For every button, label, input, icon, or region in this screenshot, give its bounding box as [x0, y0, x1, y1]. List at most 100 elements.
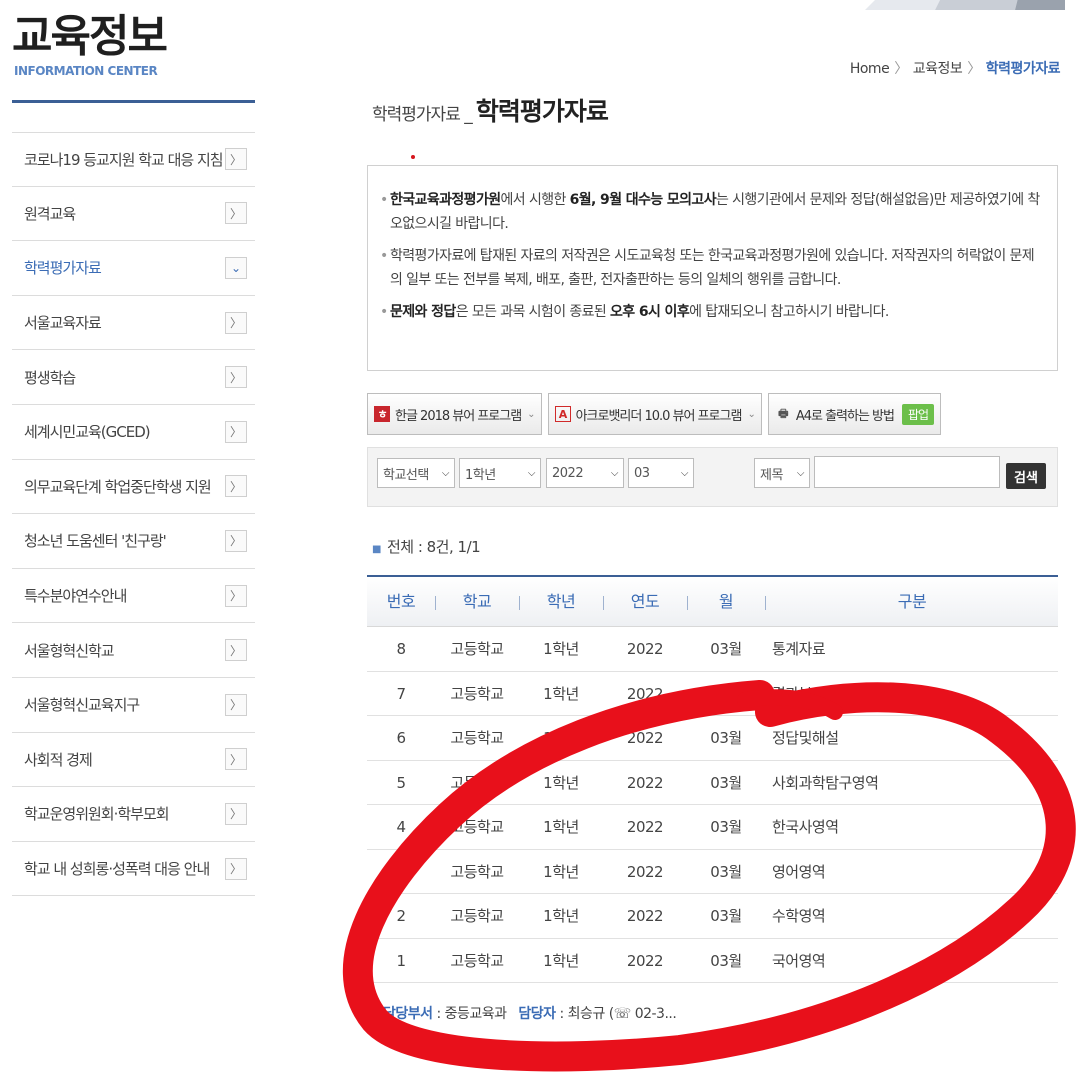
pagination-current-page[interactable]: 1: [703, 1043, 714, 1063]
notice-item-mock-exam: 한국교육과정평가원에서 시행한 6월, 9월 대수능 모의고사는 시행기관에서 …: [380, 188, 1041, 236]
chevron-right-icon[interactable]: 〉: [225, 366, 247, 389]
sidebar-item-social-economy[interactable]: 사회적 경제 〉: [12, 733, 255, 788]
year-select[interactable]: 2022 ⌵: [546, 458, 624, 488]
sidebar-item-youth-help-center[interactable]: 청소년 도움센터 '친구랑' 〉: [12, 514, 255, 569]
pdf-viewer-label: 아크로뱃리더 10.0 뷰어 프로그램: [575, 408, 743, 424]
search-input[interactable]: [814, 456, 1000, 488]
cell-number: 3: [396, 862, 406, 881]
cell-grade: 1학년: [543, 818, 579, 836]
sidebar-item-covid-guidelines[interactable]: 코로나19 등교지원 학교 대응 지침 〉: [12, 132, 255, 187]
table-row: 4 고등학교 1학년 2022 03월 한국사영역: [367, 805, 1058, 850]
sidebar-item-gced[interactable]: 세계시민교육(GCED) 〉: [12, 405, 255, 460]
cell-category-link[interactable]: 사회과학탐구영역: [772, 761, 1052, 805]
month-select[interactable]: 03 ⌵: [628, 458, 694, 488]
search-filter-bar: 학교선택 ⌵ 1학년 ⌵ 2022 ⌵ 03 ⌵ 제목 ⌵ 검색: [367, 447, 1058, 507]
chevron-right-icon[interactable]: 〉: [225, 202, 247, 225]
chevron-right-icon[interactable]: 〉: [225, 857, 247, 880]
chevron-right-icon[interactable]: 〉: [225, 529, 247, 552]
sidebar-item-assessment-materials[interactable]: 학력평가자료 ⌄: [12, 241, 255, 296]
page-title-main: 학력평가자료: [475, 97, 609, 126]
chevron-right-icon[interactable]: 〉: [225, 148, 247, 171]
chevron-right-icon[interactable]: 〉: [225, 475, 247, 498]
sidebar-item-dropout-support[interactable]: 의무교육단계 학업중단학생 지원 〉: [12, 460, 255, 515]
cell-category-link[interactable]: 통계자료: [772, 627, 1052, 671]
cell-category-link[interactable]: 한국사영역: [772, 805, 1052, 849]
chevron-right-icon[interactable]: 〉: [225, 584, 247, 607]
sidebar-item-school-committee[interactable]: 학교운영위원회·학부모회 〉: [12, 787, 255, 842]
dropdown-arrow-icon: ⌵: [441, 467, 450, 479]
search-button[interactable]: 검색: [1006, 463, 1046, 489]
section-title: 교육정보: [12, 11, 168, 62]
table-row: 8 고등학교 1학년 2022 03월 통계자료: [367, 627, 1058, 672]
sidebar-menu: 코로나19 등교지원 학교 대응 지침 〉 원격교육 〉 학력평가자료 ⌄ 서울교육자…: [12, 132, 255, 897]
sidebar-item-innovation-school[interactable]: 서울형혁신학교 〉: [12, 623, 255, 678]
department-info: 담당부서 : 중등교육과 담당자 : 최승규 (☏ 02-3...: [383, 1006, 677, 1022]
sidebar-item-label: 학교 내 성희롱·성폭력 대응 안내: [24, 860, 210, 879]
cell-grade: 1학년: [543, 862, 579, 881]
viewer-button-row: ㅎ 한글 2018 뷰어 프로그램 ⌄ A 아크로뱃리더 10.0 뷰어 프로그…: [367, 393, 942, 435]
cell-grade: 1학년: [543, 907, 579, 925]
cell-category-link[interactable]: 국어영역: [772, 939, 1052, 983]
cell-year: 2022: [626, 640, 664, 658]
table-header: 번호 학교 학년 연도 월 구분: [367, 575, 1058, 627]
breadcrumb-current[interactable]: 학력평가자료: [986, 61, 1061, 77]
sidebar-item-label: 코로나19 등교지원 학교 대응 지침: [24, 150, 224, 169]
cell-number: 6: [396, 729, 406, 747]
red-dot-marker: [411, 155, 415, 159]
cell-year: 2022: [626, 818, 664, 836]
grade-select[interactable]: 1학년 ⌵: [459, 458, 541, 488]
header-school: 학교: [462, 592, 492, 611]
cell-year: 2022: [626, 862, 664, 881]
breadcrumb-home[interactable]: Home: [850, 61, 890, 77]
header-year: 연도: [630, 592, 660, 611]
notice-item-copyright: 학력평가자료에 탑재된 자료의 저작권은 시도교육청 또는 한국교육과정평가원에…: [380, 244, 1041, 292]
cell-year: 2022: [626, 729, 664, 747]
sidebar-item-label: 사회적 경제: [24, 750, 93, 769]
chevron-right-icon[interactable]: 〉: [225, 802, 247, 825]
cell-category-link[interactable]: 영어영역: [772, 850, 1052, 894]
cell-school: 고등학교: [450, 862, 504, 881]
cell-category-link[interactable]: 정답및해설: [772, 716, 1052, 760]
cell-number: 1: [396, 951, 406, 970]
a4-print-guide-button[interactable]: 🖶 A4로 출력하는 방법 팝업: [767, 393, 942, 435]
cell-month: 03월: [710, 729, 742, 747]
sidebar-divider: [12, 100, 255, 103]
cell-category-link[interactable]: 결과분석자료(채점결과): [772, 672, 1052, 716]
table-row: 7 고등학교 1학년 2022 03월 결과분석자료(채점결과): [367, 672, 1058, 716]
notice-box: 한국교육과정평가원에서 시행한 6월, 9월 대수능 모의고사는 시행기관에서 …: [367, 165, 1058, 371]
page-title: 학력평가자료 _ 학력평가자료: [372, 92, 609, 128]
cell-month: 03월: [710, 862, 742, 881]
sidebar-item-seoul-education-materials[interactable]: 서울교육자료 〉: [12, 296, 255, 351]
pdf-viewer-button[interactable]: A 아크로뱃리더 10.0 뷰어 프로그램 ⌄: [547, 393, 762, 435]
section-subtitle: INFORMATION CENTER: [14, 64, 158, 78]
chevron-right-icon[interactable]: 〉: [225, 748, 247, 771]
cell-grade: 1학년: [543, 729, 579, 747]
breadcrumb: Home 〉 교육정보 〉 학력평가자료: [850, 58, 1061, 78]
cell-grade: 1학년: [543, 640, 579, 658]
search-field-select[interactable]: 제목 ⌵: [754, 458, 810, 488]
cell-year: 2022: [626, 684, 664, 703]
chevron-down-icon[interactable]: ⌄: [225, 256, 247, 279]
sidebar-item-remote-education[interactable]: 원격교육 〉: [12, 187, 255, 242]
sidebar-item-special-training[interactable]: 특수분야연수안내 〉: [12, 569, 255, 624]
cell-school: 고등학교: [450, 640, 504, 658]
sidebar-item-label: 학교운영위원회·학부모회: [24, 805, 170, 824]
chevron-right-icon[interactable]: 〉: [225, 639, 247, 662]
sidebar-item-harassment-guide[interactable]: 학교 내 성희롱·성폭력 대응 안내 〉: [12, 842, 255, 897]
hwp-viewer-label: 한글 2018 뷰어 프로그램: [395, 408, 522, 424]
sidebar-item-label: 서울형혁신교육지구: [24, 696, 140, 715]
cell-number: 7: [396, 684, 406, 703]
hwp-viewer-button[interactable]: ㅎ 한글 2018 뷰어 프로그램 ⌄: [367, 393, 542, 435]
school-select[interactable]: 학교선택 ⌵: [377, 458, 455, 488]
sidebar-item-lifelong-learning[interactable]: 평생학습 〉: [12, 350, 255, 405]
chevron-right-icon[interactable]: 〉: [225, 420, 247, 443]
table-row: 5 고등학교 1학년 2022 03월 사회과학탐구영역: [367, 761, 1058, 805]
cell-month: 03월: [710, 818, 742, 836]
sidebar-item-innovation-district[interactable]: 서울형혁신교육지구 〉: [12, 678, 255, 733]
header-grade: 학년: [546, 592, 576, 611]
chevron-right-icon[interactable]: 〉: [225, 693, 247, 716]
cell-year: 2022: [626, 773, 664, 792]
cell-category-link[interactable]: 수학영역: [772, 894, 1052, 938]
chevron-right-icon[interactable]: 〉: [225, 311, 247, 334]
breadcrumb-level1[interactable]: 교육정보: [913, 61, 963, 77]
